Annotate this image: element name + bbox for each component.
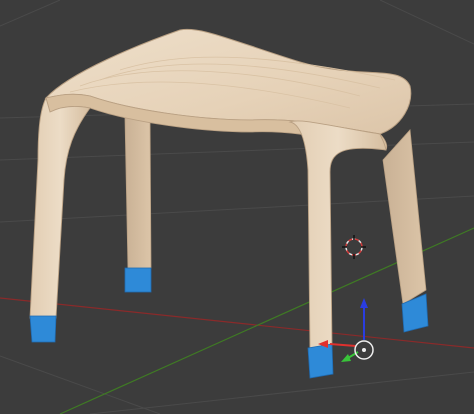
3d-cursor-icon bbox=[342, 235, 366, 259]
stool-leg-front-left bbox=[29, 96, 91, 319]
stool-leg-back-right bbox=[382, 129, 427, 305]
3d-viewport[interactable] bbox=[0, 0, 474, 414]
stool-model[interactable] bbox=[29, 28, 429, 379]
foot-cap-front-right bbox=[307, 343, 334, 379]
gizmo-y-arrow bbox=[341, 354, 351, 362]
stool-leg-front-right bbox=[288, 120, 387, 351]
gizmo-z-arrow bbox=[360, 298, 368, 308]
gizmo-x-axis bbox=[329, 343, 357, 347]
foot-cap-front-left bbox=[29, 315, 57, 343]
stool-seat bbox=[44, 28, 412, 135]
foot-cap-back-left bbox=[124, 267, 152, 293]
stool-leg-back-left bbox=[124, 117, 152, 271]
